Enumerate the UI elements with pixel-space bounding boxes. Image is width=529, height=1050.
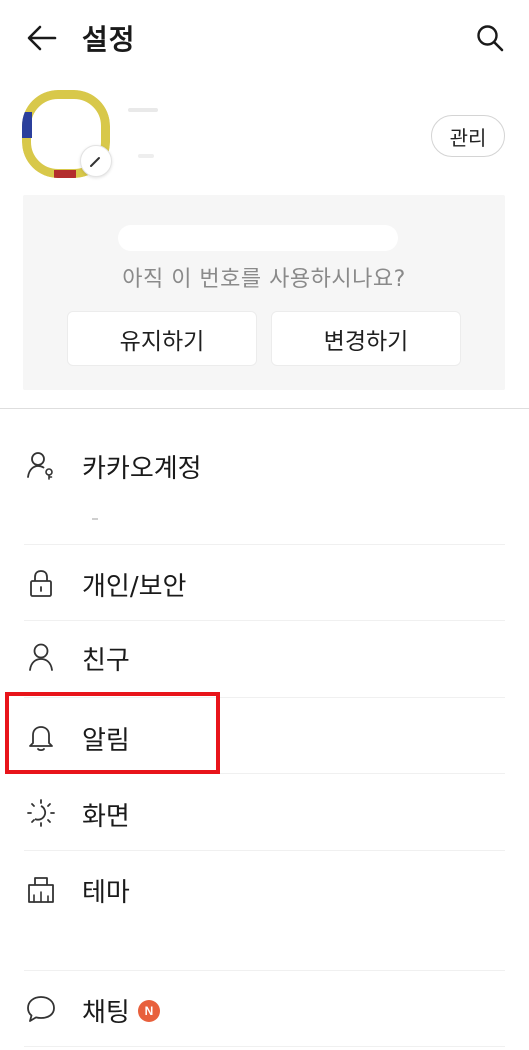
back-button[interactable] <box>22 20 62 56</box>
menu-item-friends[interactable]: 친구 <box>0 622 529 696</box>
new-badge: N <box>138 1000 160 1022</box>
profile-name-masked <box>128 108 158 112</box>
section-divider <box>0 408 529 409</box>
menu-separator <box>24 970 505 971</box>
menu-item-label: 채팅 <box>82 998 130 1028</box>
menu-item-kakao-account[interactable]: 카카오계정 <box>0 440 529 540</box>
menu-item-privacy-security[interactable]: 개인/보안 <box>0 548 529 620</box>
profile-section: 관리 <box>0 82 529 192</box>
search-icon <box>477 25 504 52</box>
menu-item-label: 테마 <box>82 878 130 908</box>
menu-separator <box>24 620 505 621</box>
brightness-icon <box>24 796 58 830</box>
account-icon <box>24 448 58 482</box>
menu-item-notifications[interactable]: 알림 <box>0 700 529 774</box>
arrow-left-icon <box>27 25 57 51</box>
page-title: 설정 <box>82 23 136 56</box>
menu-item-theme[interactable]: 테마 <box>0 852 529 962</box>
number-question: 아직 이 번호를 사용하시나요? <box>122 267 406 292</box>
app-header: 설정 <box>0 0 529 76</box>
menu-separator <box>24 850 505 851</box>
masked-phone-number <box>118 225 398 251</box>
menu-item-chat[interactable]: 채팅 <box>0 972 529 1046</box>
menu-item-label: 친구 <box>82 646 130 676</box>
chat-bubble-icon <box>24 992 58 1026</box>
menu-item-label: 알림 <box>82 726 130 756</box>
keep-number-button[interactable]: 유지하기 <box>67 311 257 366</box>
change-number-button[interactable]: 변경하기 <box>271 311 461 366</box>
bell-icon <box>24 720 58 754</box>
lock-icon <box>24 566 58 600</box>
manage-button[interactable]: 관리 <box>431 115 505 157</box>
theme-icon <box>24 872 58 906</box>
menu-item-label: 카카오계정 <box>82 454 202 484</box>
menu-separator <box>24 544 505 545</box>
search-button[interactable] <box>470 18 510 58</box>
menu-item-display[interactable]: 화면 <box>0 776 529 850</box>
account-email-masked <box>92 518 98 520</box>
profile-status-masked <box>138 154 154 158</box>
edit-badge-icon[interactable] <box>80 145 112 177</box>
menu-item-label: 화면 <box>82 802 130 832</box>
menu-separator <box>24 773 505 774</box>
menu-item-label: 개인/보안 <box>82 572 187 602</box>
menu-separator <box>24 1046 505 1047</box>
person-icon <box>24 640 58 674</box>
phone-number-card: 아직 이 번호를 사용하시나요? 유지하기 변경하기 <box>23 195 505 390</box>
menu-separator <box>24 697 505 698</box>
